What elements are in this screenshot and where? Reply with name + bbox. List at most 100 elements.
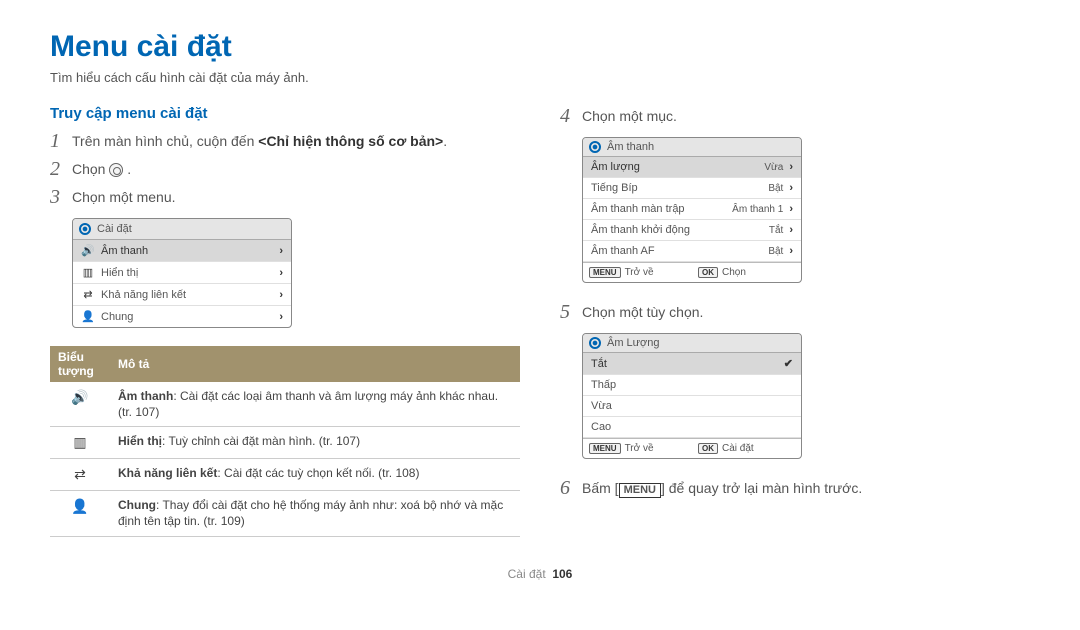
table-row: ▥ Hiển thị: Tuỳ chỉnh cài đặt màn hình. … [50,427,520,459]
menu-row-off[interactable]: Tắt ✔ [583,353,801,375]
display-icon: ▥ [50,427,110,459]
menu-row-label: Thấp [591,379,793,391]
menu-key-icon: MENU [589,267,621,278]
menu-row-shutter[interactable]: Âm thanh màn trập Âm thanh 1 › [583,199,801,220]
step-number: 1 [50,130,72,152]
connectivity-icon: ⇄ [81,288,95,301]
connectivity-icon: ⇄ [50,459,110,491]
step-text: Chọn một tùy chọn. [582,301,703,323]
menu-row-value: Bật [768,246,783,257]
page-footer: Cài đặt 106 [50,567,1030,581]
chevron-right-icon: › [279,267,283,279]
step-5: 5 Chọn một tùy chọn. [560,301,1030,323]
menu-row-value: Tắt [769,225,783,236]
step-number: 6 [560,477,582,499]
footer-label: Cài đặt [508,567,546,581]
menu-row-label: Tắt [591,358,784,370]
menu-header: Cài đặt [73,219,291,240]
row-bold: Hiển thị [118,434,162,448]
chevron-right-icon: › [789,245,793,257]
menu-key-label: MENU [619,483,661,498]
menu-row-af[interactable]: Âm thanh AF Bật › [583,241,801,262]
footer-back-label: Trở về [625,443,654,454]
step-number: 4 [560,105,582,127]
menu-row-value: Âm thanh 1 [732,204,783,215]
menu-row-volume[interactable]: Âm lượng Vừa › [583,157,801,178]
chevron-right-icon: › [279,245,283,257]
chevron-right-icon: › [789,182,793,194]
gear-icon [589,141,601,153]
menu-row-label: Vừa [591,400,793,412]
menu-footer: MENU Trở về OK Cài đặt [583,438,801,458]
volume-menu-panel: Âm Lượng Tắt ✔ Thấp Vừa Cao MENU Trở về O… [582,333,802,459]
menu-footer: MENUTrở về OKChọn [583,262,801,282]
menu-row-startup[interactable]: Âm thanh khởi động Tắt › [583,220,801,241]
step-number: 2 [50,158,72,180]
menu-row-beep[interactable]: Tiếng Bíp Bật › [583,178,801,199]
step-text: Trên màn hình chủ, cuộn đến [72,133,258,149]
menu-row-connectivity[interactable]: ⇄ Khả năng liên kết › [73,284,291,306]
step-3: 3 Chọn một menu. [50,186,520,208]
row-text: : Cài đặt các tuỳ chọn kết nối. (tr. 108… [217,466,419,480]
table-row: ⇄ Khả năng liên kết: Cài đặt các tuỳ chọ… [50,459,520,491]
chevron-right-icon: › [279,311,283,323]
step-text: Chọn một mục. [582,105,677,127]
menu-row-label: Âm thanh khởi động [591,224,769,236]
menu-header-label: Âm Lượng [607,337,660,349]
sound-icon: 🔊 [81,244,95,257]
row-bold: Khả năng liên kết [118,466,217,480]
row-text: : Cài đặt các loại âm thanh và âm lượng … [118,389,498,419]
menu-row-label: Cao [591,421,793,433]
row-bold: Âm thanh [118,389,173,403]
chevron-right-icon: › [789,224,793,236]
step-6: 6 Bấm [MENU] để quay trở lại màn hình tr… [560,477,1030,499]
step-number: 5 [560,301,582,323]
menu-header-label: Cài đặt [97,223,132,235]
menu-row-value: Vừa [764,162,783,173]
menu-row-low[interactable]: Thấp [583,375,801,396]
menu-row-display[interactable]: ▥ Hiển thị › [73,262,291,284]
footer-select-label: Chọn [722,267,746,278]
gear-icon [79,223,91,235]
step-text: Bấm [ [582,480,619,496]
menu-row-label: Hiển thị [101,267,279,279]
menu-row-medium[interactable]: Vừa [583,396,801,417]
sound-menu-panel: Âm thanh Âm lượng Vừa › Tiếng Bíp Bật › … [582,137,802,283]
menu-row-high[interactable]: Cao [583,417,801,438]
settings-icon [109,163,123,177]
footer-set-label: Cài đặt [722,443,754,454]
general-icon: 👤 [81,310,95,323]
menu-row-label: Âm thanh AF [591,245,768,257]
menu-row-label: Âm lượng [591,161,764,173]
menu-row-sound[interactable]: 🔊 Âm thanh › [73,240,291,262]
step-bold: <Chỉ hiện thông số cơ bản> [258,133,443,149]
step-2: 2 Chọn . [50,158,520,180]
table-header-icon: Biểu tượng [50,346,110,382]
row-text: : Tuỳ chỉnh cài đặt màn hình. (tr. 107) [162,434,360,448]
description-table: Biểu tượng Mô tả 🔊 Âm thanh: Cài đặt các… [50,346,520,537]
menu-row-label: Tiếng Bíp [591,182,768,194]
footer-back-label: Trở về [625,267,654,278]
menu-key-icon: MENU [589,443,621,454]
step-text: ] để quay trở lại màn hình trước. [661,480,862,496]
ok-key-icon: OK [698,443,718,454]
menu-row-label: Khả năng liên kết [101,289,279,301]
check-icon: ✔ [784,357,793,370]
menu-row-label: Chung [101,311,279,323]
menu-row-value: Bật [768,183,783,194]
menu-row-general[interactable]: 👤 Chung › [73,306,291,327]
chevron-right-icon: › [789,203,793,215]
sound-icon: 🔊 [50,382,110,427]
section-title: Truy cập menu cài đặt [50,105,520,122]
step-text: Chọn [72,161,109,177]
display-icon: ▥ [81,266,95,279]
settings-menu-panel: Cài đặt 🔊 Âm thanh › ▥ Hiển thị › ⇄ Khả … [72,218,292,328]
general-icon: 👤 [50,491,110,536]
chevron-right-icon: › [279,289,283,301]
gear-icon [589,337,601,349]
step-1: 1 Trên màn hình chủ, cuộn đến <Chỉ hiện … [50,130,520,152]
page-title: Menu cài đặt [50,30,1030,64]
menu-row-label: Âm thanh màn trập [591,203,732,215]
menu-header: Âm thanh [583,138,801,157]
chevron-right-icon: › [789,161,793,173]
